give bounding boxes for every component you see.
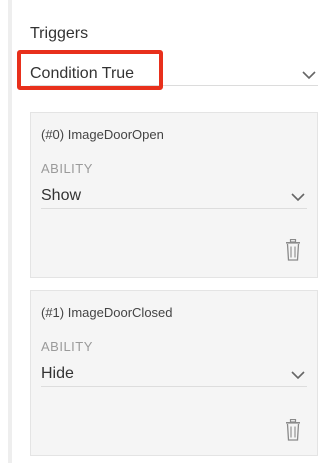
trigger-select[interactable]: Condition True [30,58,318,92]
chevron-down-icon[interactable] [302,70,316,80]
chevron-down-icon[interactable] [291,370,305,380]
chevron-down-icon[interactable] [291,192,305,202]
ability-select[interactable]: Hide [41,361,307,389]
trigger-action-card: (#0) ImageDoorOpen ABILITY Show [30,112,318,278]
trash-icon[interactable] [285,239,301,261]
ability-select-underline [41,386,307,387]
ability-selected-value: Show [41,187,82,204]
ability-label: ABILITY [41,161,93,176]
trigger-action-card: (#1) ImageDoorClosed ABILITY Hide [30,290,318,456]
card-title: (#0) ImageDoorOpen [41,127,164,142]
ability-label: ABILITY [41,339,93,354]
panel-divider [8,0,12,463]
ability-select-underline [41,208,307,209]
triggers-panel: Triggers Condition True (#0) ImageDoorOp… [0,0,328,463]
ability-select[interactable]: Show [41,183,307,211]
card-title: (#1) ImageDoorClosed [41,305,173,320]
ability-selected-value: Hide [41,365,74,382]
trigger-select-underline [30,85,318,86]
triggers-heading: Triggers [30,25,89,42]
trigger-selected-value: Condition True [30,65,135,82]
trash-icon[interactable] [285,419,301,441]
